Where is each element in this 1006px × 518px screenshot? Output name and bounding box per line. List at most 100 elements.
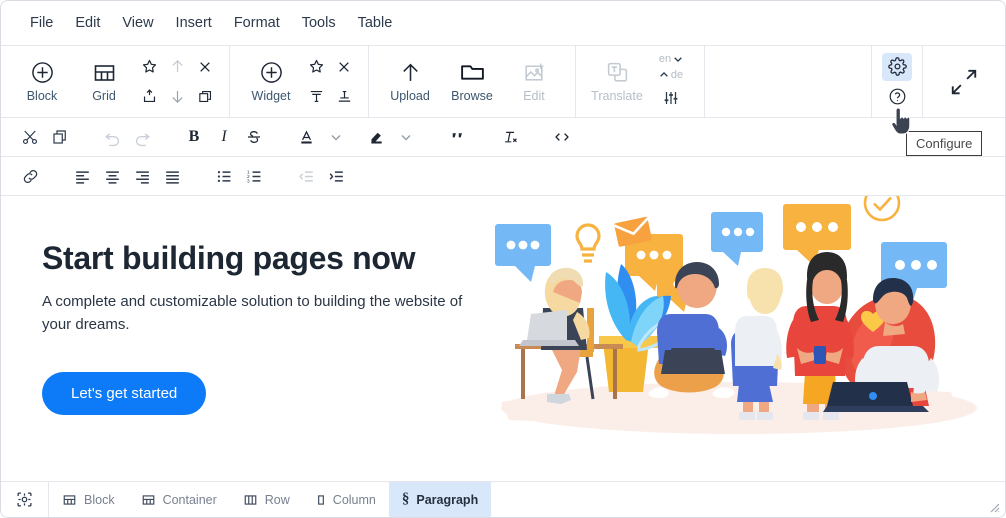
selection-target-button[interactable] (1, 482, 49, 517)
clear-formatting-button[interactable] (495, 123, 525, 151)
strikethrough-button[interactable] (239, 123, 269, 151)
align-justify-button[interactable] (157, 162, 187, 190)
grid-table-icon (63, 494, 76, 505)
menu-view[interactable]: View (111, 11, 164, 35)
blockquote-button[interactable] (443, 123, 473, 151)
breadcrumb-row[interactable]: Row (230, 482, 303, 517)
highlight-color-dropdown[interactable] (391, 123, 421, 151)
language-source-selector[interactable]: en (659, 51, 683, 66)
lightbulb-icon (575, 223, 601, 263)
toolbar-group-fullscreen (923, 46, 1005, 117)
star-icon (309, 59, 323, 73)
hero-paragraph[interactable]: A complete and customizable solution to … (42, 291, 478, 336)
translate-icon (607, 62, 627, 82)
translate-settings-button[interactable] (657, 84, 685, 112)
blockquote-icon (452, 133, 462, 138)
editor-window: File Edit View Insert Format Tools Table… (0, 0, 1006, 518)
italic-icon: I (221, 128, 227, 145)
translate-button[interactable]: Translate (586, 52, 648, 112)
undo-button[interactable] (97, 123, 127, 151)
breadcrumb-block[interactable]: Block (49, 482, 128, 517)
menu-file[interactable]: File (19, 11, 64, 35)
breadcrumb-block-label: Block (84, 492, 115, 507)
breadcrumb-paragraph-label: Paragraph (416, 492, 479, 507)
block-button[interactable]: Block (11, 52, 73, 112)
toolbar-group-block: Block Grid (1, 46, 230, 117)
highlight-color-button[interactable] (361, 123, 391, 151)
arrow-up-icon (402, 63, 418, 81)
menu-insert[interactable]: Insert (165, 11, 223, 35)
paragraph-toolbar: 123 (1, 157, 1005, 196)
page-title[interactable]: Start building pages now (42, 240, 481, 277)
widget-align-top-button[interactable] (302, 83, 330, 111)
block-move-down-button[interactable] (163, 83, 191, 111)
svg-text:3: 3 (246, 178, 249, 184)
widget-remove-button[interactable] (330, 53, 358, 81)
language-selectors: en de (648, 51, 694, 82)
insert-box-icon (143, 89, 155, 103)
align-left-icon (75, 170, 89, 184)
hero-text-column: Start building pages now A complete and … (1, 196, 481, 481)
copy-button[interactable] (45, 123, 75, 151)
align-center-button[interactable] (97, 162, 127, 190)
source-code-button[interactable] (547, 123, 577, 151)
block-duplicate-button[interactable] (191, 83, 219, 111)
resize-grip-icon[interactable] (988, 501, 1000, 513)
image-edit-icon (524, 63, 543, 81)
check-circle-icon (863, 196, 901, 222)
italic-button[interactable]: I (209, 123, 239, 151)
breadcrumb-column-label: Column (332, 492, 376, 507)
widget-favorite-button[interactable] (302, 53, 330, 81)
cut-button[interactable] (15, 123, 45, 151)
numbered-list-button[interactable]: 123 (239, 162, 269, 190)
block-favorite-button[interactable] (135, 53, 163, 81)
text-color-button[interactable] (291, 123, 321, 151)
block-remove-button[interactable] (191, 53, 219, 81)
align-left-button[interactable] (67, 162, 97, 190)
block-favorite-group (135, 53, 163, 111)
chevron-down-icon (674, 56, 682, 62)
block-move-group (163, 53, 191, 111)
indent-button[interactable] (321, 162, 351, 190)
breadcrumb-paragraph[interactable]: § Paragraph (388, 482, 492, 517)
browse-button[interactable]: Browse (441, 52, 503, 112)
upload-button-label: Upload (390, 89, 430, 103)
configure-button[interactable] (882, 52, 912, 81)
arrow-up-icon (171, 59, 183, 73)
upload-button[interactable]: Upload (379, 52, 441, 112)
plus-circle-icon (260, 62, 282, 83)
menu-table[interactable]: Table (347, 11, 404, 35)
language-target-selector[interactable]: de (659, 67, 683, 82)
bullet-list-button[interactable] (209, 162, 239, 190)
help-button[interactable] (882, 83, 912, 111)
fullscreen-button[interactable] (933, 52, 995, 112)
toolbar-group-media: Upload Browse Edit (369, 46, 576, 117)
menu-tools[interactable]: Tools (291, 11, 347, 35)
get-started-button[interactable]: Let's get started (42, 372, 207, 415)
align-center-icon (105, 170, 119, 184)
block-insert-button[interactable] (135, 83, 163, 111)
outdent-button[interactable] (291, 162, 321, 190)
widget-button[interactable]: Widget (240, 52, 302, 112)
menu-edit[interactable]: Edit (64, 11, 111, 35)
gear-icon (887, 57, 907, 76)
widget-align-bottom-button[interactable] (330, 83, 358, 111)
bold-button[interactable]: B (179, 123, 209, 151)
breadcrumb-column[interactable]: Column (303, 482, 389, 517)
editor-canvas[interactable]: Start building pages now A complete and … (1, 196, 1005, 482)
outdent-icon (298, 170, 313, 182)
align-bottom-icon (338, 90, 350, 102)
grid-button-label: Grid (92, 88, 116, 103)
grid-button[interactable]: Grid (73, 52, 135, 112)
text-color-dropdown[interactable] (321, 123, 351, 151)
align-right-button[interactable] (127, 162, 157, 190)
browse-button-label: Browse (451, 89, 493, 103)
edit-image-button[interactable]: Edit (503, 52, 565, 112)
edit-image-button-label: Edit (523, 89, 545, 103)
redo-button[interactable] (127, 123, 157, 151)
paragraph-mark-icon: § (401, 491, 410, 507)
menu-format[interactable]: Format (223, 11, 291, 35)
block-move-up-button[interactable] (163, 53, 191, 81)
link-button[interactable] (15, 162, 45, 190)
breadcrumb-container[interactable]: Container (128, 482, 230, 517)
